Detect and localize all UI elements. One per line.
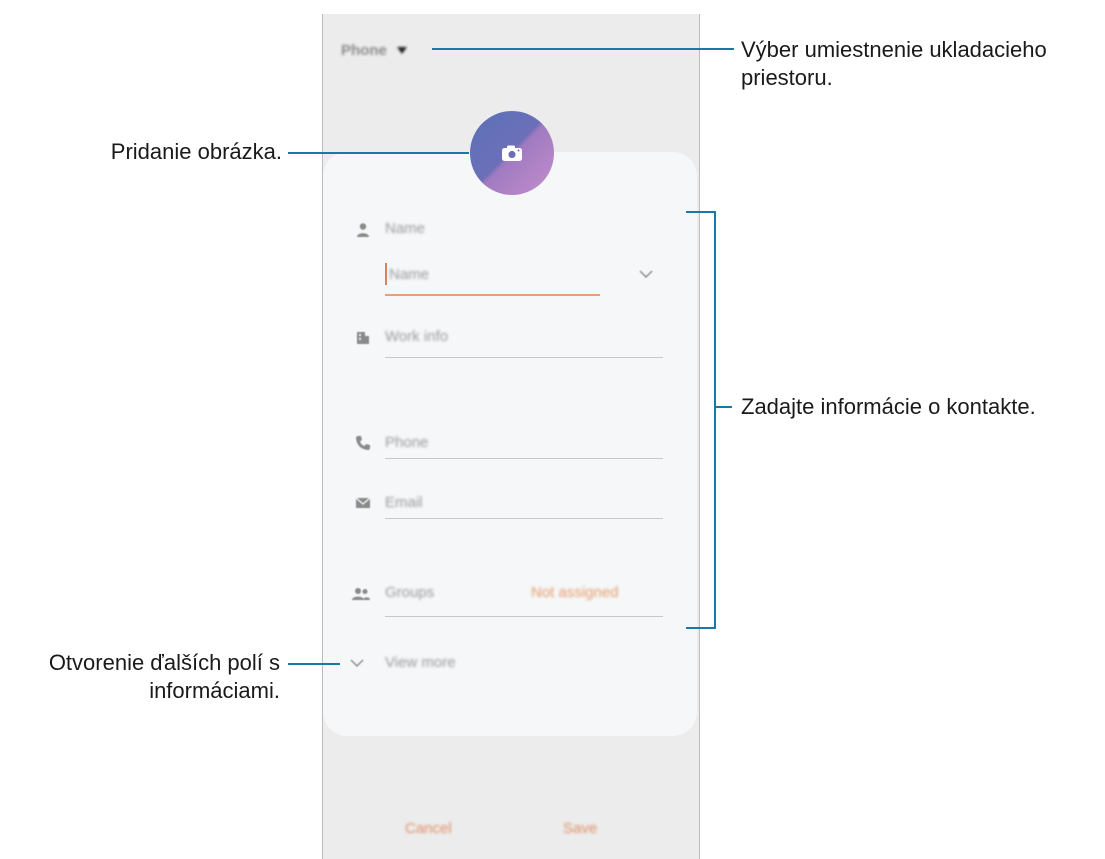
name-input[interactable]: Name bbox=[389, 266, 429, 283]
bracket-bottom bbox=[686, 627, 716, 629]
storage-callout-line bbox=[432, 48, 734, 50]
more-fields-callout-line bbox=[288, 663, 340, 665]
storage-callout-text: Výber umiestnenie ukladacieho priestoru. bbox=[741, 37, 1047, 90]
groups-icon bbox=[352, 588, 370, 600]
chevron-down-icon[interactable] bbox=[639, 269, 653, 279]
person-icon bbox=[357, 223, 369, 237]
view-more-link[interactable]: View more bbox=[385, 654, 456, 671]
bracket-vertical bbox=[714, 211, 716, 629]
contact-callout-text: Zadajte informácie o kontakte. bbox=[741, 394, 1036, 419]
groups-underline bbox=[385, 616, 663, 617]
name-input-underline bbox=[385, 294, 600, 296]
cancel-button[interactable]: Cancel bbox=[405, 820, 452, 837]
storage-location-selector[interactable]: Phone bbox=[341, 42, 407, 59]
contact-form-card: Name Name Work info Phone Email Groups N… bbox=[323, 152, 697, 736]
contact-callout-line bbox=[714, 406, 732, 408]
dropdown-caret-icon bbox=[396, 47, 407, 54]
email-underline bbox=[385, 518, 663, 519]
work-info-underline bbox=[385, 357, 663, 358]
camera-icon bbox=[502, 145, 522, 161]
work-info-field[interactable]: Work info bbox=[385, 328, 448, 345]
groups-value[interactable]: Not assigned bbox=[531, 584, 619, 601]
email-icon bbox=[355, 497, 371, 508]
name-section-label: Name bbox=[385, 220, 426, 237]
building-icon bbox=[357, 332, 369, 344]
add-picture-button[interactable] bbox=[470, 111, 554, 195]
more-fields-callout-text: Otvorenie ďalších polí s informáciami. bbox=[48, 650, 280, 703]
phone-underline bbox=[385, 458, 663, 459]
phone-field[interactable]: Phone bbox=[385, 434, 428, 451]
phone-icon bbox=[356, 436, 370, 450]
picture-callout-text: Pridanie obrázka. bbox=[110, 139, 282, 164]
view-more-chevron-icon[interactable] bbox=[350, 658, 364, 668]
bracket-top bbox=[686, 211, 716, 213]
storage-label: Phone bbox=[341, 42, 387, 59]
email-field[interactable]: Email bbox=[385, 494, 423, 511]
save-button[interactable]: Save bbox=[563, 820, 597, 837]
text-cursor bbox=[385, 263, 387, 285]
contact-editor-screen: Phone Name Name Work info Phone Email Gr… bbox=[322, 14, 700, 859]
picture-callout-line bbox=[288, 152, 469, 154]
groups-field[interactable]: Groups bbox=[385, 584, 434, 601]
